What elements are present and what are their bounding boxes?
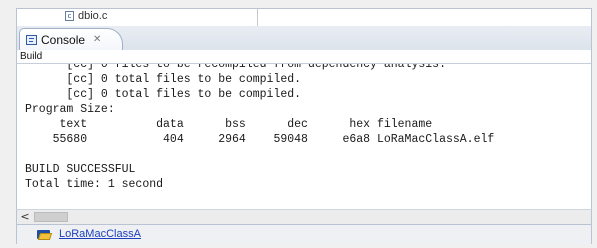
console-line: BUILD SUCCESSFUL (25, 163, 136, 176)
folder-icon (37, 229, 53, 240)
console-text: [cc] 0 files to be recompiled from depen… (25, 64, 494, 192)
close-icon[interactable]: ✕ (93, 34, 101, 45)
console-view: c dbio.c Console ✕ Build [cc] 0 files to… (16, 8, 592, 244)
console-line: Total time: 1 second (25, 178, 164, 191)
c-file-icon: c (65, 11, 74, 21)
scroll-left-button[interactable]: < (18, 211, 32, 223)
console-title: Build (16, 50, 592, 64)
scroll-thumb[interactable] (34, 212, 68, 222)
file-name: dbio.c (78, 10, 108, 22)
project-label[interactable]: LoRaMacClassA (59, 228, 141, 240)
editor-file-strip: c dbio.c (16, 8, 592, 26)
console-line: text data bss dec hex filename (25, 118, 433, 131)
tab-bar: Console ✕ (16, 26, 592, 50)
console-line: [cc] 0 total files to be compiled. (25, 88, 302, 101)
project-link[interactable]: LoRaMacClassA (37, 228, 141, 240)
console-icon (26, 34, 37, 45)
tab-label: Console (41, 32, 86, 47)
file-entry[interactable]: c dbio.c (65, 10, 107, 22)
divider (257, 9, 258, 26)
console-line: Program Size: (25, 103, 115, 116)
project-bar: LoRaMacClassA (16, 225, 592, 244)
console-line: [cc] 0 files to be recompiled from depen… (25, 64, 446, 71)
console-output[interactable]: [cc] 0 files to be recompiled from depen… (16, 64, 592, 209)
console-line: 55680 404 2964 59048 e6a8 LoRaMacClassA.… (25, 133, 495, 146)
console-line: [cc] 0 total files to be compiled. (25, 73, 302, 86)
tab-console[interactable]: Console ✕ (19, 28, 123, 50)
horizontal-scrollbar[interactable]: < (16, 209, 592, 225)
